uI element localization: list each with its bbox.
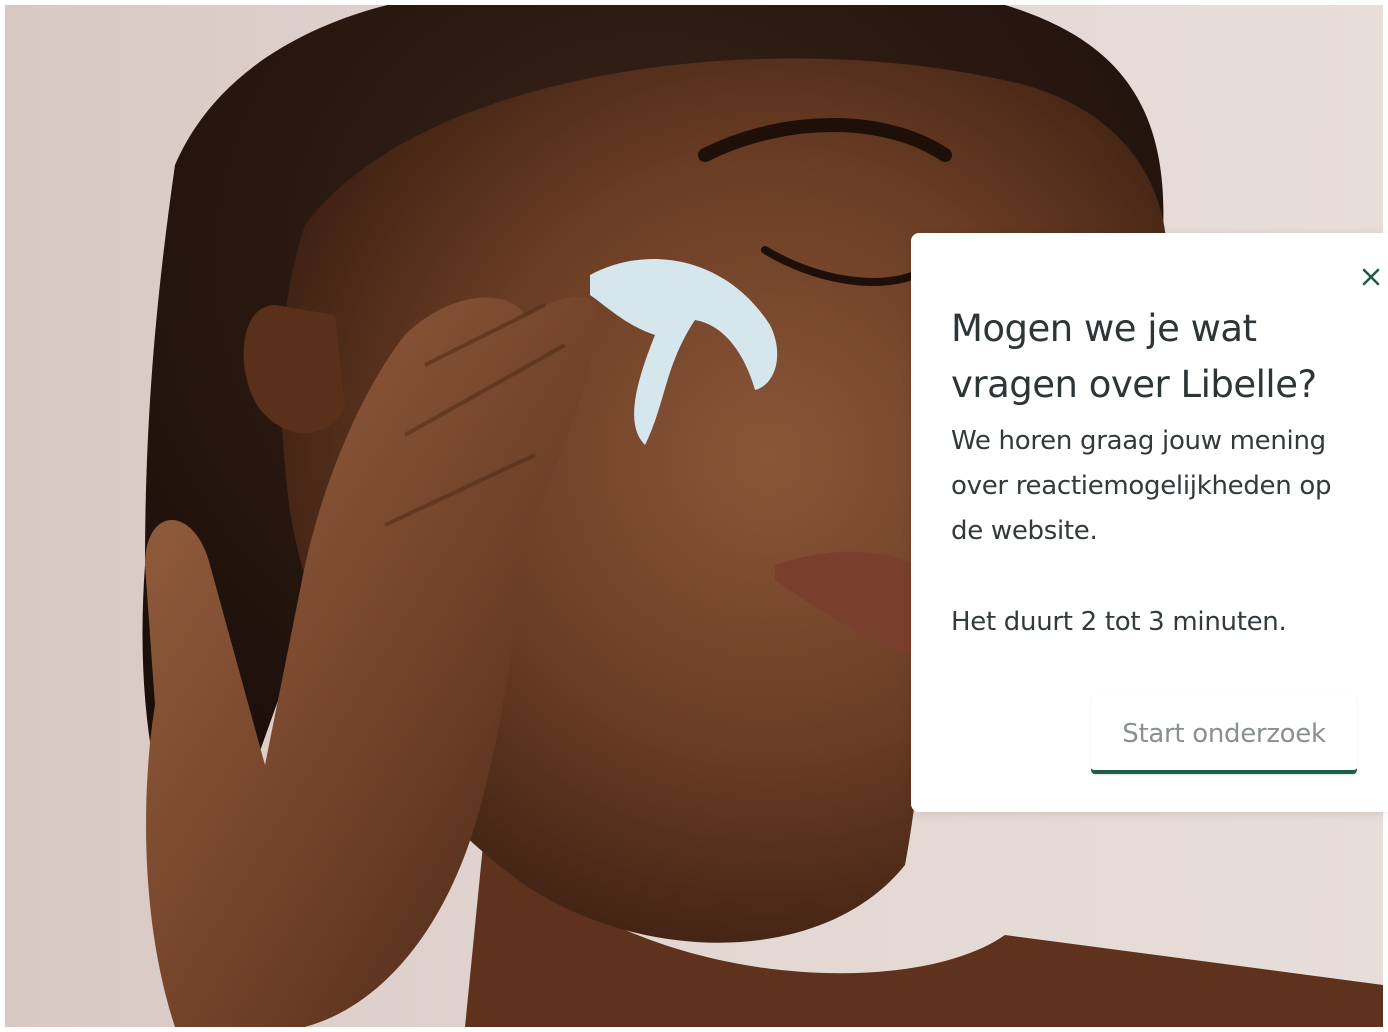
survey-popup: Mogen we je wat vragen over Libelle? We … [911,233,1388,812]
survey-description: We horen graag jouw mening over reactiem… [951,426,1332,546]
start-survey-button[interactable]: Start onderzoek [1091,696,1357,774]
survey-title: Mogen we je wat vragen over Libelle? [951,307,1317,406]
survey-duration: Het duurt 2 tot 3 minuten. [951,607,1287,637]
close-icon [1362,268,1380,286]
close-button[interactable] [1357,263,1385,291]
page: Mogen we je wat vragen over Libelle? We … [0,0,1388,1032]
